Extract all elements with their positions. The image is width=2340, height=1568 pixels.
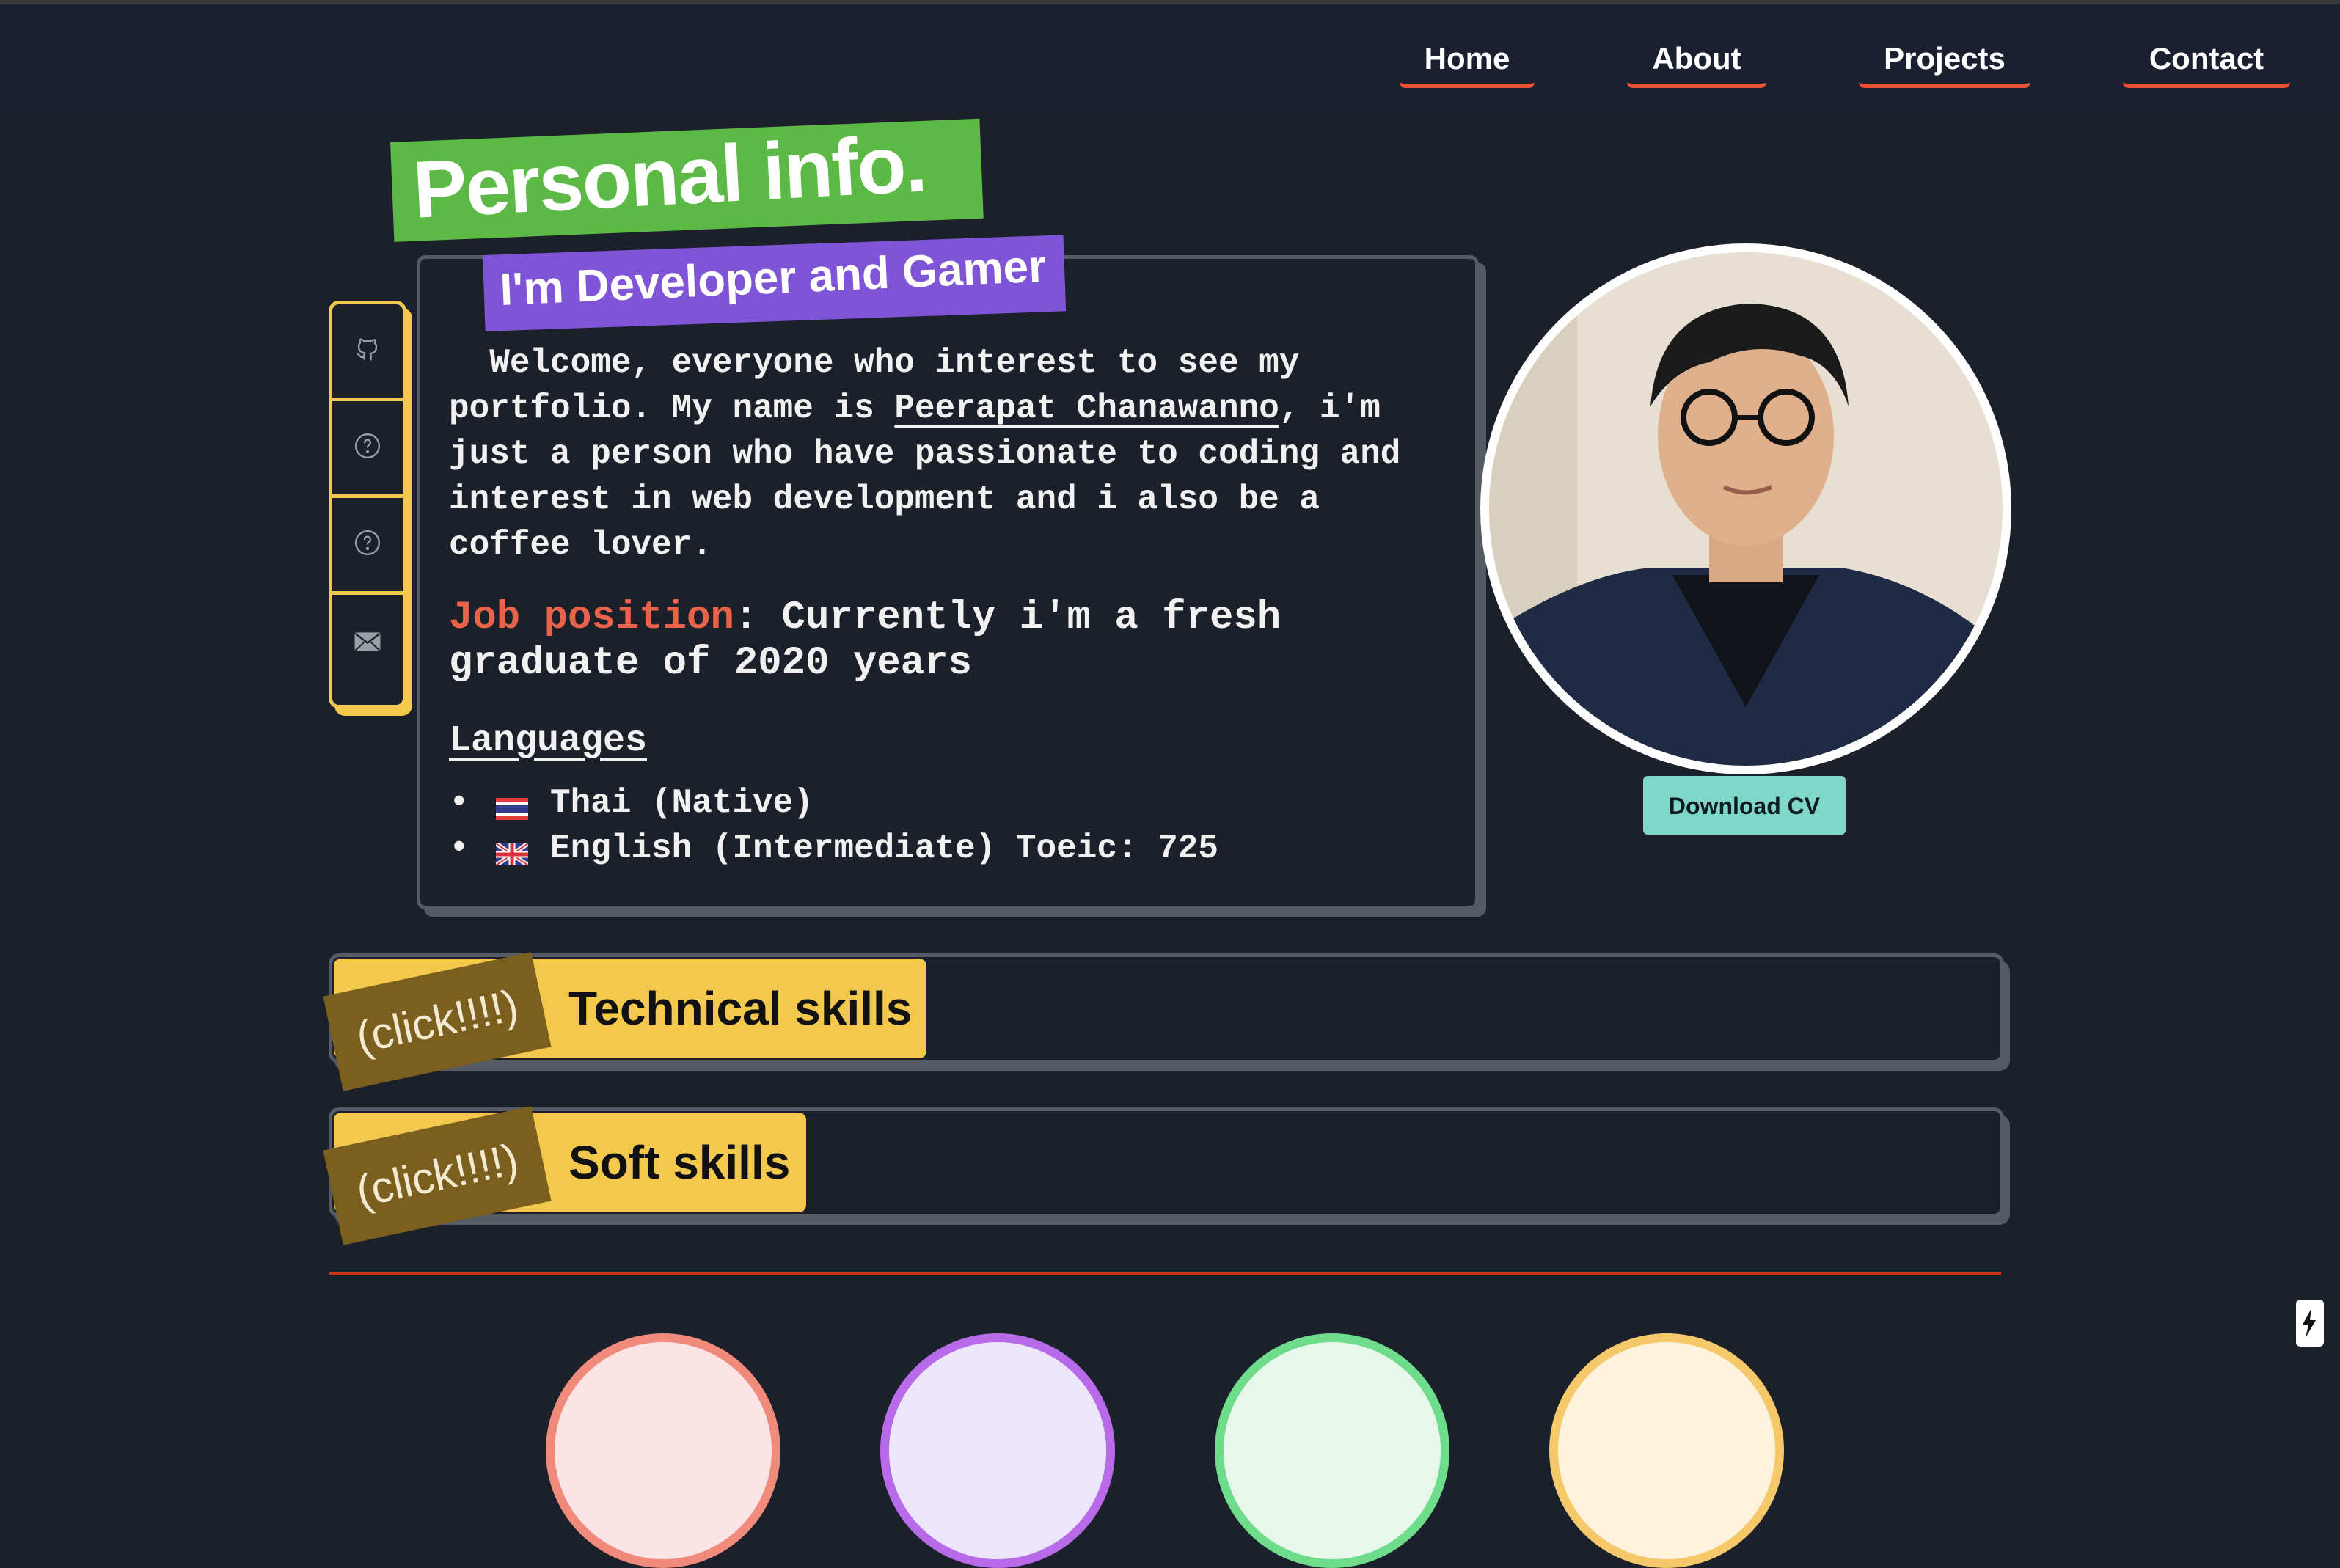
languages-list: • Thai (Native) • English (Intermediate)… <box>449 780 1218 871</box>
help-link-2[interactable] <box>332 498 403 595</box>
soft-skills-panel[interactable]: Soft skills (click!!!!) <box>323 1106 2004 1245</box>
download-cv-button[interactable]: Download CV <box>1643 776 1846 835</box>
nav-contact-link[interactable]: Contact <box>2123 37 2290 88</box>
list-item: • English (Intermediate) Toeic: 725 <box>449 826 1218 871</box>
language-english: English (Intermediate) Toeic: 725 <box>550 829 1218 868</box>
section-divider <box>329 1272 2001 1275</box>
languages-heading: Languages <box>449 720 648 762</box>
social-sidebar <box>329 301 406 708</box>
language-thai: Thai (Native) <box>550 784 813 822</box>
intro-paragraph: Welcome, everyone who interest to see my… <box>449 340 1461 568</box>
list-item: • Thai (Native) <box>449 780 1218 826</box>
uk-flag-icon <box>494 838 530 868</box>
bullet: • <box>449 829 469 868</box>
lightning-icon[interactable] <box>2296 1300 2324 1347</box>
owner-name: Peerapat Chanawanno <box>894 389 1279 428</box>
profile-photo <box>1489 252 2003 766</box>
bullet: • <box>449 784 469 822</box>
navbar: Home About Projects Contact <box>0 4 2340 111</box>
email-link[interactable] <box>332 595 403 692</box>
job-position: Job position: Currently i'm a fresh grad… <box>449 596 1461 686</box>
soft-skills-label: Soft skills <box>568 1136 791 1189</box>
thailand-flag-icon <box>496 792 528 820</box>
technical-skills-panel[interactable]: Technical skills (click!!!!) <box>323 952 2004 1091</box>
skill-bubble-2[interactable] <box>880 1333 1115 1568</box>
nav-projects-link[interactable]: Projects <box>1859 37 2030 88</box>
skill-bubble-1[interactable] <box>546 1333 780 1568</box>
skill-bubble-3[interactable] <box>1215 1333 1449 1568</box>
github-icon <box>354 336 381 366</box>
question-icon <box>354 432 381 464</box>
mail-icon <box>354 631 381 656</box>
skill-bubble-4[interactable] <box>1549 1333 1784 1568</box>
help-link-1[interactable] <box>332 401 403 498</box>
technical-skills-label: Technical skills <box>568 982 913 1035</box>
job-position-label: Job position <box>449 596 734 640</box>
nav-home-link[interactable]: Home <box>1400 37 1535 88</box>
github-link[interactable] <box>332 304 403 401</box>
question-icon <box>354 529 381 560</box>
nav-about-link[interactable]: About <box>1627 37 1766 88</box>
